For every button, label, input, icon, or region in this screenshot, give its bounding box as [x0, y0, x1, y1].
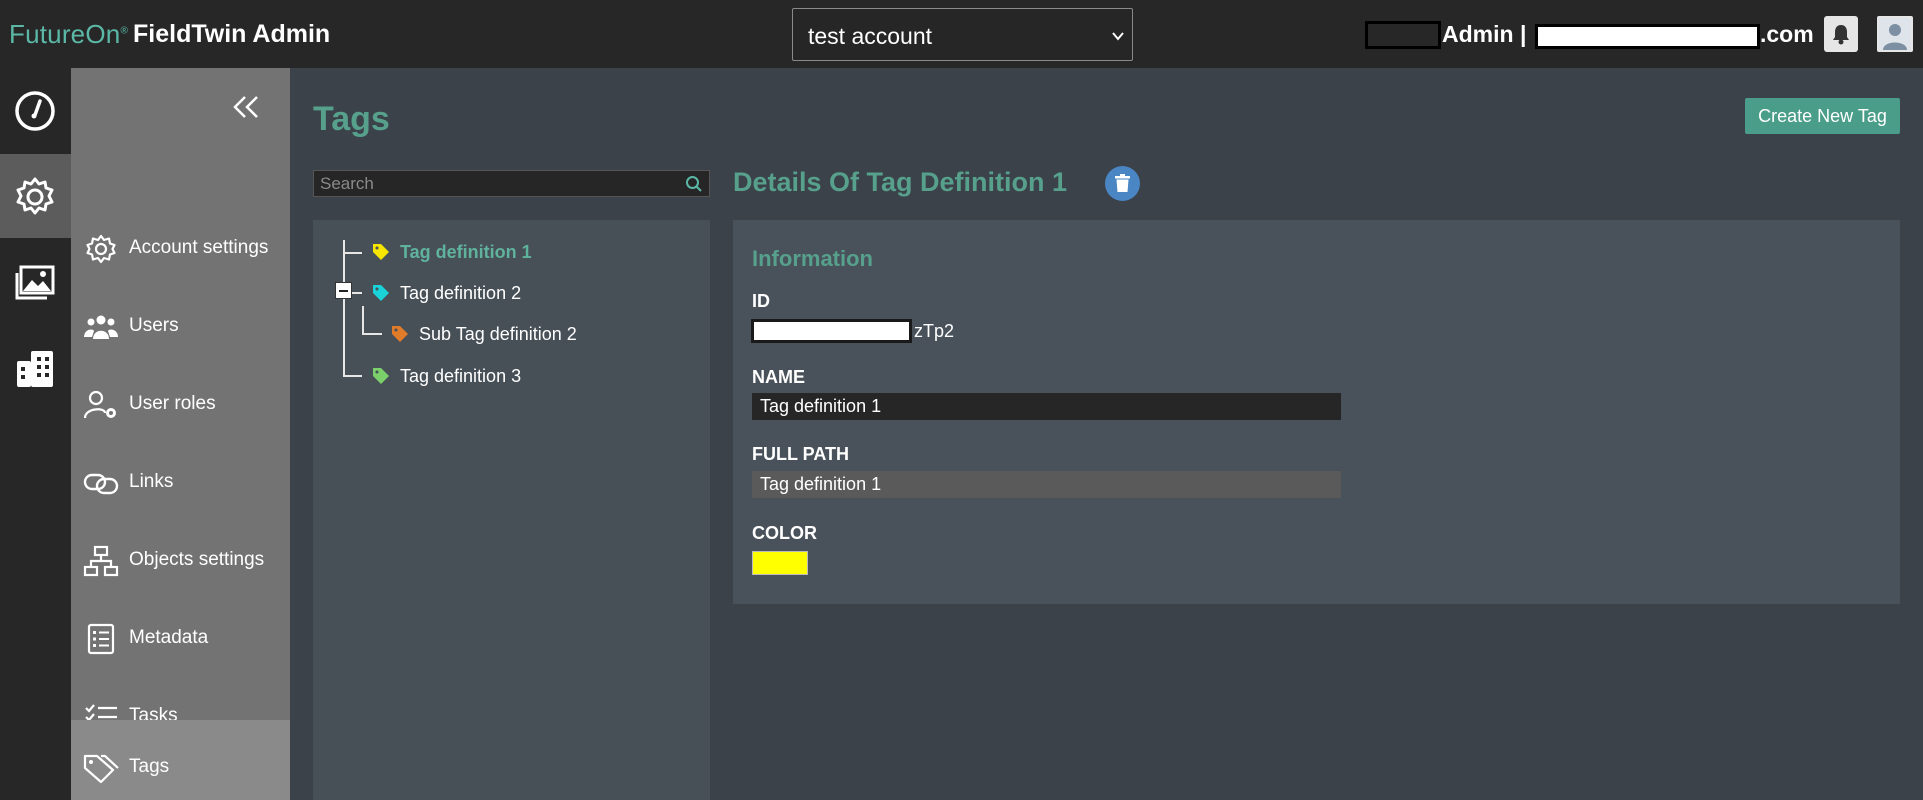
tree-node-label: Tag definition 2 — [400, 282, 522, 303]
tree-node-tag-definition-3[interactable]: Tag definition 3 — [372, 363, 521, 389]
sidebar-item-objects-settings[interactable]: Objects settings — [71, 521, 290, 599]
rail-settings[interactable] — [0, 154, 71, 238]
create-new-tag-button[interactable]: Create New Tag — [1745, 98, 1900, 134]
user-domain: .com — [1760, 21, 1814, 47]
gear-icon — [86, 234, 116, 264]
collapse-sidebar-icon[interactable] — [232, 94, 260, 120]
tag-icon — [373, 244, 389, 260]
sidebar-item-tags[interactable]: Tags — [71, 720, 290, 800]
user-avatar-icon — [1879, 18, 1911, 50]
link-icon — [83, 473, 119, 495]
sidebar-item-label: User roles — [129, 393, 216, 414]
tree-connector — [343, 252, 362, 254]
page-title: Tags — [313, 100, 390, 138]
account-select[interactable]: test account — [792, 8, 1133, 61]
settings-sidebar: Account settings Users User roles Links — [71, 68, 290, 800]
tree-connector — [362, 306, 364, 334]
delete-tag-button[interactable] — [1105, 166, 1140, 201]
tree-node-sub-tag-definition-2[interactable]: Sub Tag definition 2 — [391, 321, 577, 347]
tree-node-label: Sub Tag definition 2 — [419, 323, 577, 344]
sidebar-item-label: Objects settings — [129, 549, 265, 570]
sidebar-item-label: Metadata — [129, 627, 209, 648]
tree-node-tag-definition-2[interactable]: Tag definition 2 — [372, 280, 521, 306]
full-path-label: FULL PATH — [752, 444, 849, 464]
color-label: COLOR — [752, 523, 817, 543]
sidebar-item-account-settings[interactable]: Account settings — [71, 209, 290, 287]
app-title: FieldTwin Admin — [133, 20, 331, 48]
user-role: Admin | — [1442, 21, 1527, 47]
name-input[interactable] — [752, 393, 1341, 420]
name-label: NAME — [752, 367, 805, 387]
redacted-username — [1365, 21, 1441, 49]
rail-dashboard[interactable] — [0, 68, 71, 152]
collapse-toggle[interactable] — [335, 282, 352, 299]
color-swatch[interactable] — [752, 551, 808, 575]
rail-gallery[interactable] — [0, 240, 71, 324]
tree-connector — [343, 240, 345, 376]
sidebar-item-label: Users — [129, 315, 179, 336]
sidebar-item-user-roles[interactable]: User roles — [71, 365, 290, 443]
chevron-down-icon — [1112, 32, 1124, 41]
redacted-email — [1535, 24, 1760, 49]
tags-icon — [83, 754, 119, 784]
tag-search — [313, 170, 710, 197]
brand-name: FutureOn — [9, 19, 121, 49]
top-bar: FutureOn® FieldTwin Admin test account A… — [0, 0, 1923, 68]
icon-rail — [0, 68, 71, 800]
sidebar-item-users[interactable]: Users — [71, 287, 290, 365]
redacted-id — [751, 319, 912, 343]
brand-logo[interactable]: FutureOn® — [9, 19, 128, 50]
sidebar-item-label: Links — [129, 471, 174, 492]
brand-mark: ® — [120, 25, 129, 37]
tree-connector — [343, 375, 362, 377]
full-path-field: Tag definition 1 — [752, 471, 1341, 498]
list-icon — [87, 623, 115, 655]
information-title: Information — [752, 246, 873, 271]
bell-icon — [1833, 25, 1849, 45]
search-icon[interactable] — [685, 175, 703, 193]
avatar[interactable] — [1877, 16, 1913, 52]
notifications-button[interactable] — [1824, 16, 1858, 52]
information-card: Information ID zTp2 NAME FULL PATH Tag d… — [733, 220, 1900, 604]
account-select-value: test account — [808, 23, 933, 49]
details-title: Details Of Tag Definition 1 — [733, 167, 1068, 197]
sidebar-item-metadata[interactable]: Metadata — [71, 599, 290, 677]
search-input[interactable] — [320, 174, 670, 194]
sidebar-item-label: Tags — [129, 756, 170, 777]
id-value-suffix: zTp2 — [914, 321, 955, 341]
tree-node-label: Tag definition 1 — [400, 241, 532, 262]
gear-icon — [16, 177, 54, 215]
tag-icon — [392, 326, 408, 342]
tree-node-label: Tag definition 3 — [400, 365, 522, 386]
user-roles-icon — [83, 390, 116, 419]
id-label: ID — [752, 291, 770, 311]
trash-icon — [1115, 174, 1130, 192]
sidebar-item-links[interactable]: Links — [71, 443, 290, 521]
gauge-icon — [15, 91, 55, 131]
tree-connector — [362, 333, 382, 335]
hierarchy-icon — [83, 545, 119, 577]
users-icon — [84, 315, 118, 339]
building-icon — [17, 351, 53, 387]
rail-buildings[interactable] — [0, 326, 71, 410]
sidebar-item-label: Account settings — [129, 237, 269, 258]
tree-connector — [352, 292, 362, 294]
tree-node-tag-definition-1[interactable]: Tag definition 1 — [372, 239, 532, 265]
tag-tree-panel — [313, 220, 710, 800]
images-icon — [15, 265, 55, 300]
tag-icon — [373, 285, 389, 301]
tag-icon — [373, 368, 389, 384]
